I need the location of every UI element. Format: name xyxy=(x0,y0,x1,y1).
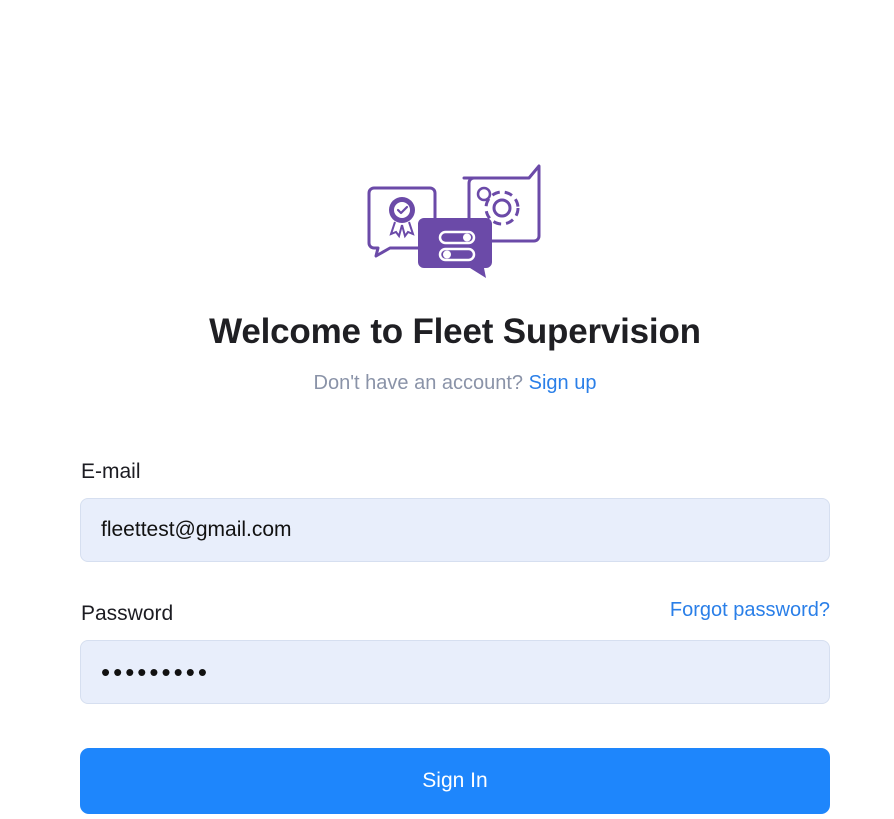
login-page: Welcome to Fleet Supervision Don't have … xyxy=(0,0,894,819)
email-field[interactable] xyxy=(80,498,830,562)
sign-in-button[interactable]: Sign In xyxy=(80,748,830,814)
signup-link[interactable]: Sign up xyxy=(529,372,597,394)
password-field[interactable] xyxy=(80,640,830,704)
forgot-password-link[interactable]: Forgot password? xyxy=(670,599,830,622)
signup-prompt: Don't have an account? Sign up xyxy=(0,372,894,395)
email-label: E-mail xyxy=(81,460,141,483)
password-label: Password xyxy=(81,602,174,625)
chat-bubbles-settings-logo xyxy=(367,164,541,278)
page-title: Welcome to Fleet Supervision xyxy=(209,312,701,351)
signup-prompt-text: Don't have an account? xyxy=(313,372,524,394)
